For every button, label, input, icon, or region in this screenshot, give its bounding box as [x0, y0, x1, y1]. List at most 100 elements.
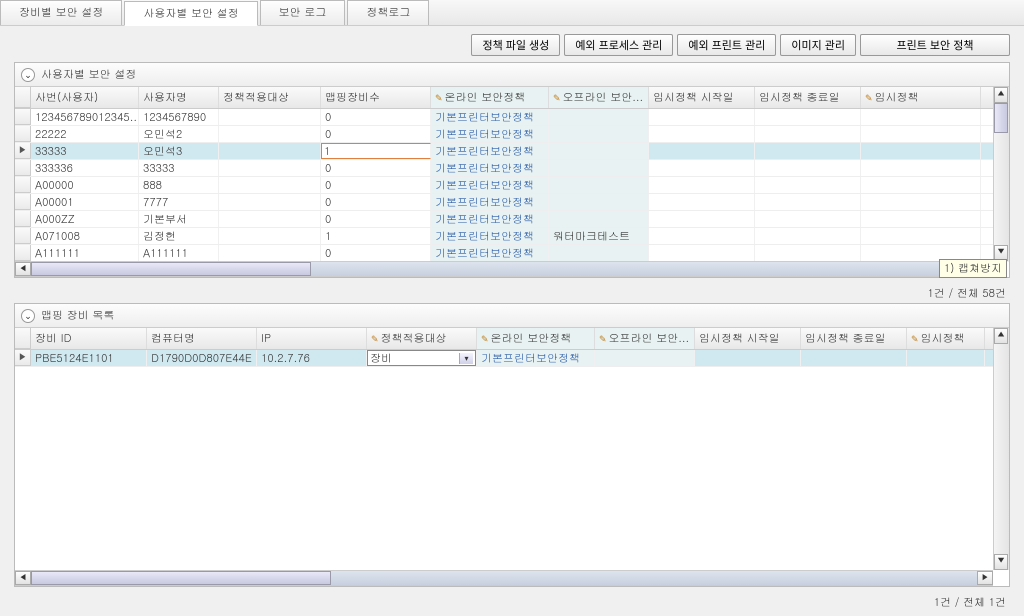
- pencil-icon: ✎: [553, 91, 561, 104]
- cell: A00000: [31, 177, 139, 193]
- column-header[interactable]: 맵핑장비수: [321, 87, 431, 108]
- cell[interactable]: 기본프린터보안정책: [431, 245, 549, 261]
- collapse-icon[interactable]: ⌄: [21, 309, 35, 323]
- column-header[interactable]: IP: [257, 328, 367, 349]
- column-header[interactable]: 컴퓨터명: [147, 328, 257, 349]
- cell: 33333: [139, 160, 219, 176]
- table-row[interactable]: A000ZZ기본부서0기본프린터보안정책: [15, 211, 1009, 228]
- panel-title: 맵핑 장비 목록: [41, 308, 114, 323]
- scroll-thumb[interactable]: [31, 571, 331, 585]
- tab-device-security[interactable]: 장비별 보안 설정: [0, 0, 122, 25]
- cell-online-policy[interactable]: 기본프린터보안정책: [477, 350, 595, 366]
- column-header[interactable]: ✎오프라인 보안...: [549, 87, 649, 108]
- dropdown-arrow-icon[interactable]: ▾: [459, 353, 473, 364]
- table-row[interactable]: A0000177770기본프린터보안정책: [15, 194, 1009, 211]
- cell: [861, 160, 981, 176]
- column-header[interactable]: ✎온라인 보안정책: [477, 328, 595, 349]
- cell: [861, 109, 981, 125]
- cell: 123456789012345...: [31, 109, 139, 125]
- table-row[interactable]: A000008880기본프린터보안정책: [15, 177, 1009, 194]
- exception-print-button[interactable]: 예외 프린트 관리: [677, 34, 776, 56]
- row-indicator-icon: ▶: [15, 350, 31, 366]
- scroll-right-button[interactable]: ▶: [977, 571, 993, 585]
- table-row[interactable]: A071008김정헌1기본프린터보안정책워터마크테스트: [15, 228, 1009, 245]
- tooltip: 1) 캡쳐방지: [939, 259, 1007, 278]
- column-header[interactable]: ✎오프라인 보안...: [595, 328, 695, 349]
- cell: [649, 109, 755, 125]
- cell: 0: [321, 245, 431, 261]
- row-indicator-icon: [15, 109, 31, 125]
- horizontal-scrollbar[interactable]: ◀ ▶: [15, 570, 993, 586]
- tab-bar: 장비별 보안 설정 사용자별 보안 설정 보안 로그 정책로그: [0, 0, 1024, 26]
- column-header[interactable]: ✎온라인 보안정책: [431, 87, 549, 108]
- cell: [755, 194, 861, 210]
- column-header[interactable]: 장비 ID: [31, 328, 147, 349]
- cell: 33333: [31, 143, 139, 159]
- cell: 0: [321, 109, 431, 125]
- table-row[interactable]: ▶ PBE5124E1101 D1790D0D807E44E 10.2.7.76…: [15, 350, 1009, 367]
- vertical-scrollbar[interactable]: ▲ ▼: [993, 328, 1009, 570]
- column-header[interactable]: 임시정책 종료일: [801, 328, 907, 349]
- tab-security-log[interactable]: 보안 로그: [260, 0, 346, 25]
- cell: [549, 194, 649, 210]
- exception-process-button[interactable]: 예외 프로세스 관리: [564, 34, 673, 56]
- column-header[interactable]: 사번(사용자): [31, 87, 139, 108]
- print-security-policy-button[interactable]: 프린트 보안 정책: [860, 34, 1010, 56]
- cell[interactable]: 기본프린터보안정책: [431, 143, 549, 159]
- column-header[interactable]: 임시정책 종료일: [755, 87, 861, 108]
- scroll-down-button[interactable]: ▼: [994, 554, 1008, 570]
- cell[interactable]: 기본프린터보안정책: [431, 177, 549, 193]
- scroll-thumb[interactable]: [994, 103, 1008, 133]
- column-header[interactable]: 정책적용대상: [219, 87, 321, 108]
- horizontal-scrollbar[interactable]: ◀ ▶: [15, 261, 993, 277]
- cell[interactable]: 기본프린터보안정책: [431, 194, 549, 210]
- scroll-left-button[interactable]: ◀: [15, 571, 31, 585]
- cell: [755, 245, 861, 261]
- column-header[interactable]: 임시정책 시작일: [695, 328, 801, 349]
- cell: [219, 143, 321, 159]
- toolbar: 정책 파일 생성 예외 프로세스 관리 예외 프린트 관리 이미지 관리 프린트…: [0, 26, 1024, 62]
- cell[interactable]: 기본프린터보안정책: [431, 109, 549, 125]
- panel-header[interactable]: ⌄ 맵핑 장비 목록: [15, 304, 1009, 328]
- cell[interactable]: 기본프린터보안정책: [431, 211, 549, 227]
- scroll-left-button[interactable]: ◀: [15, 262, 31, 276]
- pencil-icon: ✎: [481, 332, 489, 345]
- cell: 오민석3: [139, 143, 219, 159]
- cell: [649, 143, 755, 159]
- scroll-up-button[interactable]: ▲: [994, 87, 1008, 103]
- cell: 0: [321, 126, 431, 142]
- cell: [755, 143, 861, 159]
- cell[interactable]: 기본프린터보안정책: [431, 160, 549, 176]
- mapped-device-panel: ⌄ 맵핑 장비 목록 장비 ID 컴퓨터명 IP ✎정책적용대상 ✎온라인 보안…: [14, 303, 1010, 587]
- cell: [549, 109, 649, 125]
- image-manage-button[interactable]: 이미지 관리: [780, 34, 856, 56]
- cell[interactable]: 기본프린터보안정책: [431, 126, 549, 142]
- scroll-up-button[interactable]: ▲: [994, 328, 1008, 344]
- cell: [861, 143, 981, 159]
- cell: 0: [321, 177, 431, 193]
- vertical-scrollbar[interactable]: ▲ ▼: [993, 87, 1009, 261]
- tab-policy-log[interactable]: 정책로그: [347, 0, 429, 25]
- scroll-thumb[interactable]: [31, 262, 311, 276]
- table-row[interactable]: 22222오민석20기본프린터보안정책: [15, 126, 1009, 143]
- target-dropdown[interactable]: 장비 ▾ 장비 사용자: [367, 350, 477, 366]
- row-indicator-icon: [15, 211, 31, 227]
- policy-file-create-button[interactable]: 정책 파일 생성: [471, 34, 560, 56]
- cell[interactable]: 기본프린터보안정책: [431, 228, 549, 244]
- tab-user-security[interactable]: 사용자별 보안 설정: [124, 1, 257, 26]
- column-header[interactable]: 사용자명: [139, 87, 219, 108]
- column-header[interactable]: ✎임시정책: [907, 328, 985, 349]
- collapse-icon[interactable]: ⌄: [21, 68, 35, 82]
- column-header[interactable]: ✎정책적용대상: [367, 328, 477, 349]
- cell: [649, 177, 755, 193]
- table-row[interactable]: 123456789012345...12345678900기본프린터보안정책: [15, 109, 1009, 126]
- cell: 오민석2: [139, 126, 219, 142]
- cell-temp-policy: [907, 350, 985, 366]
- table-row[interactable]: A111111A1111110기본프린터보안정책: [15, 245, 1009, 262]
- status-text: 1건 / 전체 58건: [0, 284, 1024, 303]
- column-header[interactable]: ✎임시정책: [861, 87, 981, 108]
- panel-header[interactable]: ⌄ 사용자별 보안 설정: [15, 63, 1009, 87]
- table-row[interactable]: 333336333330기본프린터보안정책: [15, 160, 1009, 177]
- column-header[interactable]: 임시정책 시작일: [649, 87, 755, 108]
- table-row[interactable]: ▶33333오민석31기본프린터보안정책: [15, 143, 1009, 160]
